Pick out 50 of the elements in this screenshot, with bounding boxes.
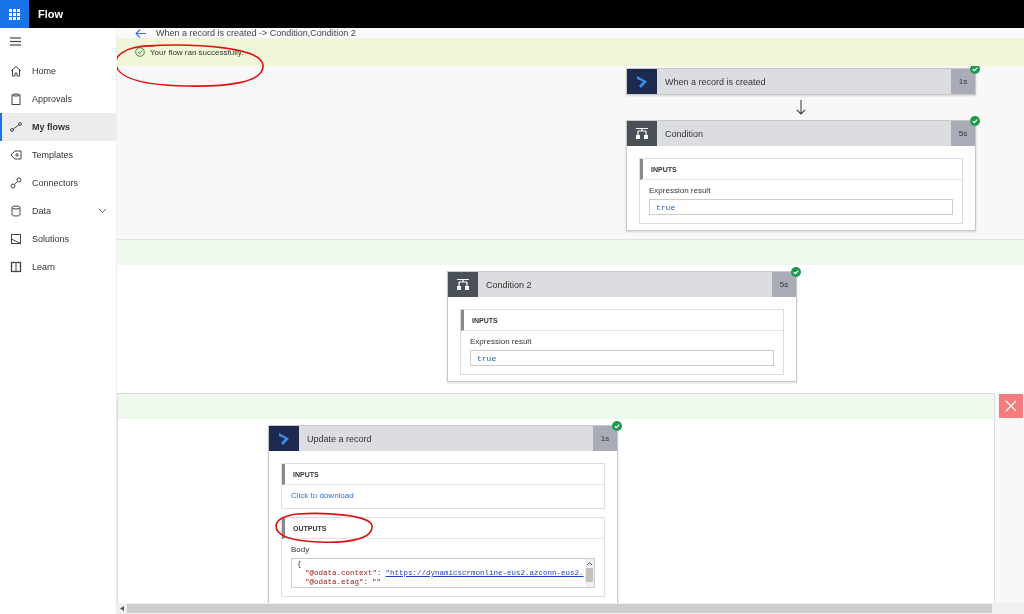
back-button[interactable]: [135, 28, 146, 38]
waffle-icon: [9, 8, 20, 20]
success-message: Your flow ran successfully.: [150, 47, 244, 57]
play-logo-icon: [277, 431, 291, 446]
app-title: Flow: [38, 8, 64, 20]
field-label: Body: [291, 545, 311, 554]
back-arrow-icon: [135, 28, 146, 38]
flow-icon: [10, 121, 22, 133]
card-header[interactable]: When a record is created 1s: [627, 69, 975, 94]
field-label: Expression result: [649, 186, 712, 195]
download-link[interactable]: Click to download: [291, 491, 595, 500]
template-icon: [10, 149, 22, 161]
solution-icon: [10, 233, 22, 245]
duration-label: 1s: [593, 426, 617, 451]
card-header[interactable]: Condition 2 5s: [448, 272, 796, 297]
vertical-scrollbar[interactable]: [585, 559, 594, 587]
condition-icon: [635, 127, 649, 140]
close-button[interactable]: [999, 394, 1023, 418]
nav-item[interactable]: Data: [0, 197, 117, 225]
nav-item[interactable]: Approvals: [0, 85, 117, 113]
nav-item[interactable]: Learn: [0, 253, 117, 281]
duration-label: 1s: [951, 69, 975, 94]
scroll-left-icon: [120, 606, 124, 611]
menu-icon: [9, 37, 21, 46]
nav-item[interactable]: Connectors: [0, 169, 117, 197]
duration-label: 5s: [772, 272, 796, 297]
home-icon: [10, 65, 22, 77]
nav-item[interactable]: My flows: [0, 113, 117, 141]
nav-item[interactable]: Home: [0, 57, 117, 85]
database-icon: [10, 205, 22, 217]
nav-item[interactable]: Solutions: [0, 225, 117, 253]
card-header[interactable]: Condition 5s: [627, 121, 975, 146]
success-check-icon: [135, 47, 145, 57]
flow-run-title: When a record is created -> Condition,Condition 2: [156, 28, 356, 38]
close-icon: [1005, 400, 1017, 412]
card-header[interactable]: Update a record 1s: [269, 426, 617, 451]
value-field: true: [470, 350, 774, 366]
app-launcher-button[interactable]: [0, 0, 29, 28]
nav-item[interactable]: Templates: [0, 141, 117, 169]
plug-icon: [10, 177, 22, 189]
condition-icon: [456, 278, 470, 291]
value-field: true: [649, 199, 953, 215]
horizontal-scrollbar[interactable]: [117, 603, 1024, 614]
duration-label: 5s: [951, 121, 975, 146]
field-label: Expression result: [470, 337, 533, 346]
play-logo-icon: [635, 74, 649, 89]
book-icon: [10, 261, 22, 273]
down-arrow-icon: [796, 100, 806, 115]
scroll-up-icon: [586, 561, 593, 566]
clipboard-icon: [10, 93, 22, 105]
